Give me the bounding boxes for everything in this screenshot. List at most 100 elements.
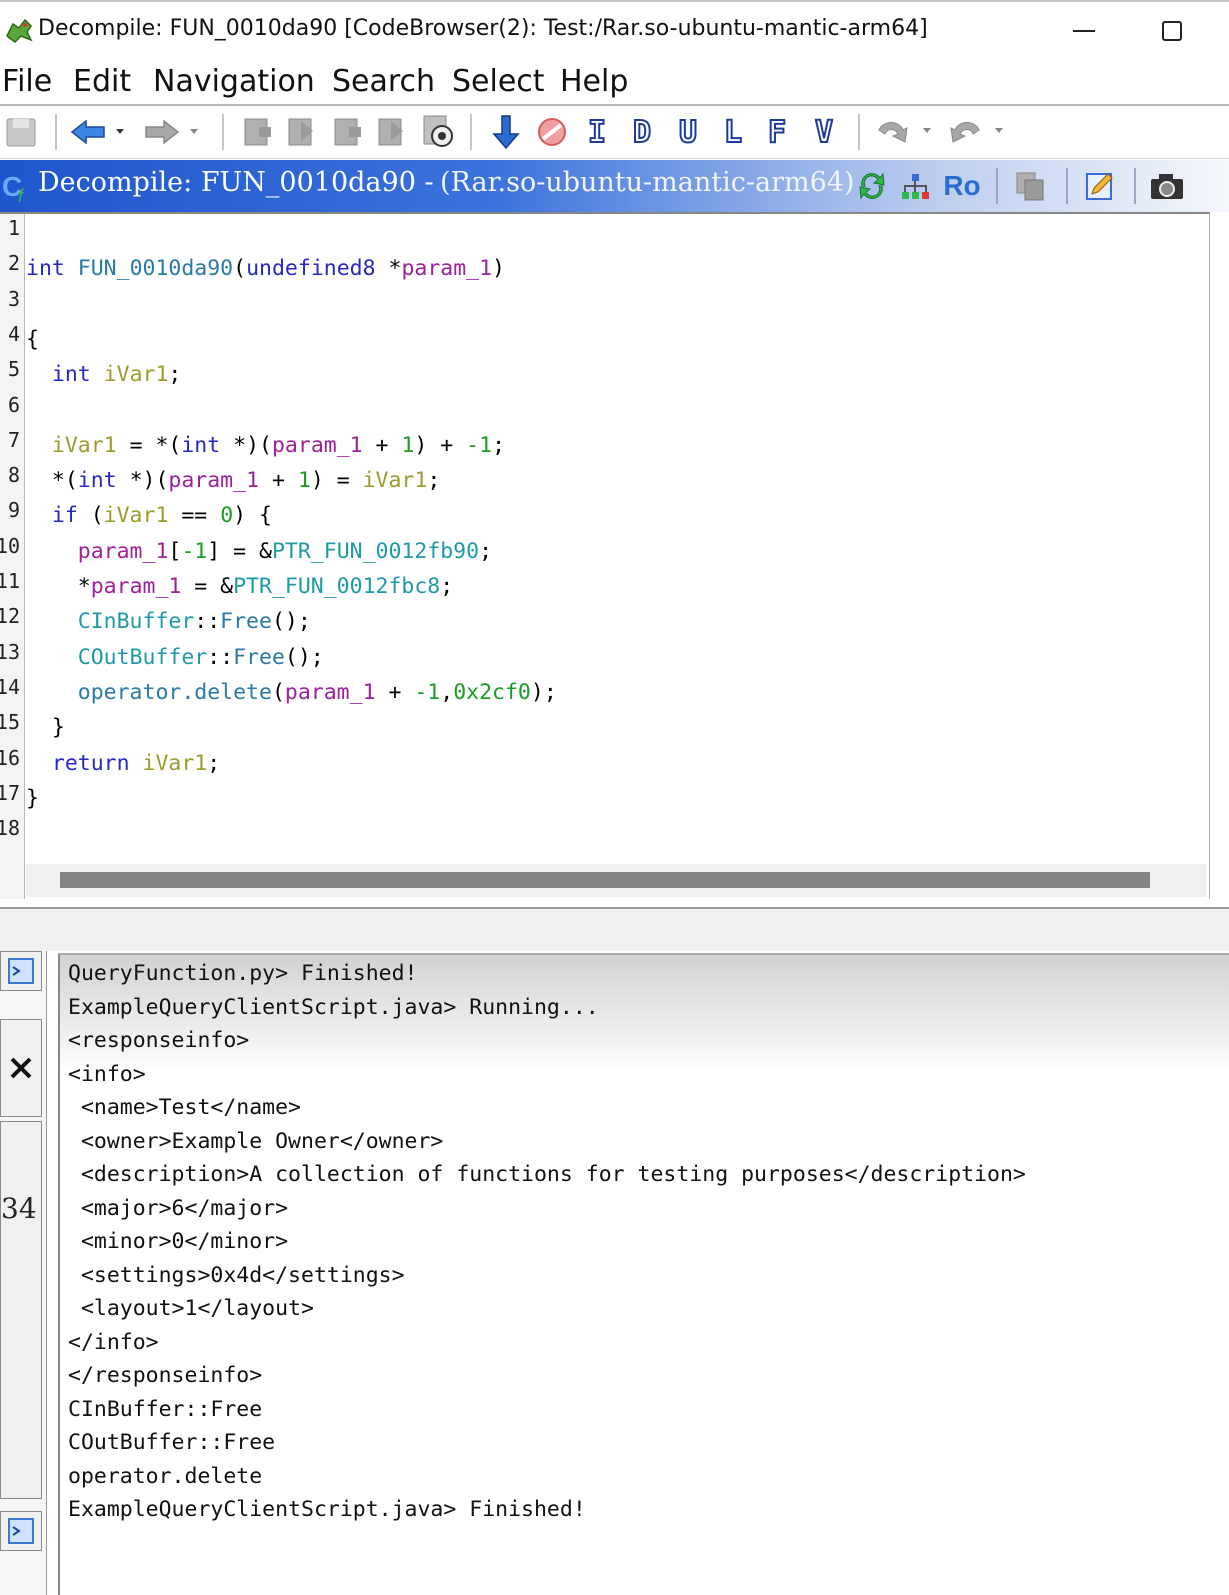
code-token[interactable] bbox=[26, 503, 52, 528]
letter-f-button[interactable]: F bbox=[760, 112, 794, 152]
code-token[interactable]: :: bbox=[207, 645, 233, 670]
nav-prev-instruction-button[interactable] bbox=[330, 112, 366, 152]
code-line[interactable]: param_1[-1] = &PTR_FUN_0012fb90; bbox=[26, 534, 492, 569]
code-token[interactable]: param_1 bbox=[91, 574, 182, 599]
code-token[interactable]: ) bbox=[492, 256, 505, 281]
graph-button[interactable] bbox=[898, 166, 934, 206]
code-token[interactable]: 1 bbox=[401, 433, 414, 458]
code-token[interactable]: ) { bbox=[233, 503, 272, 528]
code-token[interactable]: int bbox=[26, 256, 65, 281]
code-token[interactable]: } bbox=[26, 786, 39, 811]
code-token[interactable] bbox=[130, 751, 143, 776]
code-token[interactable]: param_1 bbox=[168, 468, 259, 493]
horizontal-scrollbar[interactable] bbox=[26, 864, 1206, 897]
code-line[interactable]: *(int *)(param_1 + 1) = iVar1; bbox=[26, 463, 440, 498]
next-selection-button[interactable] bbox=[488, 112, 524, 152]
maximize-button[interactable] bbox=[1152, 12, 1192, 50]
code-line[interactable]: COutBuffer::Free(); bbox=[26, 640, 324, 675]
decompiler-code-panel[interactable]: 123456789101112131415161718 int FUN_0010… bbox=[0, 212, 1210, 899]
nav-next-instruction-button[interactable] bbox=[374, 112, 410, 152]
snapshot-button[interactable] bbox=[1148, 166, 1186, 206]
code-token[interactable]: CInBuffer bbox=[78, 609, 195, 634]
code-token[interactable]: ; bbox=[427, 468, 440, 493]
panel-divider[interactable] bbox=[0, 907, 1229, 951]
code-token[interactable]: 0 bbox=[220, 503, 233, 528]
code-token[interactable] bbox=[26, 680, 78, 705]
code-token[interactable]: param_1 bbox=[401, 256, 492, 281]
code-token[interactable]: ; bbox=[492, 433, 505, 458]
code-token[interactable]: operator.delete bbox=[78, 680, 272, 705]
code-token[interactable]: Free bbox=[220, 609, 272, 634]
letter-v-button[interactable]: V bbox=[806, 112, 842, 152]
scrollbar-thumb[interactable] bbox=[60, 872, 1150, 888]
console-clear-button[interactable] bbox=[0, 1019, 42, 1117]
console-output-panel[interactable]: QueryFunction.py> Finished! ExampleQueryC… bbox=[58, 953, 1229, 1595]
console-script-button[interactable] bbox=[0, 951, 42, 991]
forward-button[interactable] bbox=[144, 112, 204, 152]
code-token[interactable]: iVar1 bbox=[104, 503, 169, 528]
code-token[interactable]: undefined8 bbox=[246, 256, 375, 281]
menu-select[interactable]: Select bbox=[452, 64, 545, 99]
console-text[interactable]: QueryFunction.py> Finished! ExampleQueryC… bbox=[68, 957, 1026, 1527]
code-token[interactable]: + bbox=[363, 433, 402, 458]
menu-file[interactable]: File bbox=[2, 64, 52, 99]
nav-prev-data-button[interactable] bbox=[240, 112, 276, 152]
code-token[interactable]: int bbox=[78, 468, 117, 493]
code-token[interactable]: param_1 bbox=[285, 680, 376, 705]
code-token[interactable]: ( bbox=[78, 503, 104, 528]
code-line[interactable]: int FUN_0010da90(undefined8 *param_1) bbox=[26, 251, 505, 286]
code-token[interactable]: param_1 bbox=[272, 433, 363, 458]
code-token[interactable]: *)( bbox=[220, 433, 272, 458]
menu-help[interactable]: Help bbox=[560, 64, 628, 99]
code-token[interactable] bbox=[91, 362, 104, 387]
code-token[interactable]: + bbox=[376, 680, 415, 705]
stop-button[interactable] bbox=[534, 112, 570, 152]
code-token[interactable]: if bbox=[52, 503, 78, 528]
read-only-toggle[interactable]: Ro bbox=[940, 166, 984, 206]
menu-navigation[interactable]: Navigation bbox=[153, 64, 315, 99]
code-token[interactable]: param_1 bbox=[78, 539, 169, 564]
code-token[interactable]: ; bbox=[207, 751, 220, 776]
save-button[interactable] bbox=[4, 112, 38, 152]
code-token[interactable]: = *( bbox=[117, 433, 182, 458]
code-line[interactable]: int iVar1; bbox=[26, 357, 181, 392]
code-token[interactable] bbox=[26, 433, 52, 458]
code-token[interactable]: -1 bbox=[466, 433, 492, 458]
undo-button[interactable] bbox=[872, 112, 936, 152]
code-token[interactable]: ) = bbox=[311, 468, 363, 493]
code-line[interactable]: iVar1 = *(int *)(param_1 + 1) + -1; bbox=[26, 428, 505, 463]
code-token[interactable]: :: bbox=[194, 609, 220, 634]
minimize-button[interactable] bbox=[1064, 12, 1104, 50]
code-token[interactable] bbox=[26, 362, 52, 387]
back-button[interactable] bbox=[70, 112, 130, 152]
code-line[interactable]: CInBuffer::Free(); bbox=[26, 604, 311, 639]
letter-i-button[interactable]: I bbox=[580, 112, 614, 152]
code-token[interactable]: -1 bbox=[181, 539, 207, 564]
code-token[interactable]: return bbox=[52, 751, 130, 776]
code-token[interactable]: *)( bbox=[117, 468, 169, 493]
code-token[interactable]: Free bbox=[233, 645, 285, 670]
code-line[interactable]: if (iVar1 == 0) { bbox=[26, 498, 272, 533]
decompiled-code[interactable]: int FUN_0010da90(undefined8 *param_1) { i… bbox=[26, 214, 1206, 854]
code-token[interactable]: ( bbox=[272, 680, 285, 705]
code-token[interactable]: (); bbox=[272, 609, 311, 634]
code-token[interactable] bbox=[26, 609, 78, 634]
code-token[interactable]: int bbox=[52, 362, 91, 387]
code-token[interactable]: iVar1 bbox=[363, 468, 428, 493]
console-script-button-2[interactable] bbox=[0, 1511, 42, 1551]
menu-edit[interactable]: Edit bbox=[73, 64, 131, 99]
code-token[interactable]: (); bbox=[285, 645, 324, 670]
code-token[interactable]: *( bbox=[26, 468, 78, 493]
letter-d-button[interactable]: D bbox=[624, 112, 660, 152]
code-line[interactable]: } bbox=[26, 781, 39, 816]
code-line[interactable]: operator.delete(param_1 + -1,0x2cf0); bbox=[26, 675, 557, 710]
code-token[interactable]: ; bbox=[440, 574, 453, 599]
code-token[interactable]: * bbox=[26, 574, 91, 599]
code-token[interactable]: , bbox=[440, 680, 453, 705]
code-token[interactable]: [ bbox=[168, 539, 181, 564]
code-line[interactable]: return iVar1; bbox=[26, 746, 220, 781]
code-line[interactable]: { bbox=[26, 322, 39, 357]
code-token[interactable]: ) + bbox=[414, 433, 466, 458]
code-token[interactable] bbox=[26, 539, 78, 564]
code-token[interactable]: COutBuffer bbox=[78, 645, 207, 670]
